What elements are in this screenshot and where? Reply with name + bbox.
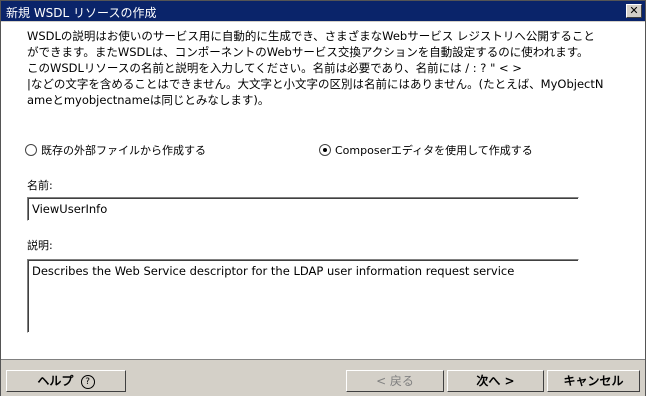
- dialog-title: 新規 WSDL リソースの作成: [6, 6, 157, 20]
- cancel-button[interactable]: キャンセル: [547, 370, 640, 392]
- dialog-footer: ヘルプ ? < 戻る 次へ > キャンセル: [1, 359, 645, 396]
- radio-existing-file-button[interactable]: [25, 144, 37, 156]
- description-line: |などの文字を含めることはできません。大文字と小文字の区別は名前にはありません。…: [27, 77, 604, 91]
- name-input[interactable]: ViewUserInfo: [27, 197, 579, 221]
- name-label: 名前:: [27, 179, 53, 192]
- help-button-label: ヘルプ: [37, 374, 74, 388]
- wsdl-dialog: 新規 WSDL リソースの作成 ✕ WSDLの説明はお使いのサービス用に自動的に…: [0, 0, 646, 396]
- radio-composer-button[interactable]: [319, 144, 331, 156]
- radio-composer[interactable]: Composerエディタを使用して作成する: [319, 142, 533, 158]
- description-text: WSDLの説明はお使いのサービス用に自動的に生成でき、さまざまなWebサービス …: [27, 28, 627, 108]
- description-line: ができます。またWSDLは、コンポーネントのWebサービス交換アクションを自動設…: [27, 45, 589, 59]
- radio-existing-file-label: 既存の外部ファイルから作成する: [41, 144, 206, 157]
- description-textarea[interactable]: Describes the Web Service descriptor for…: [27, 259, 579, 333]
- close-button[interactable]: ✕: [626, 4, 642, 18]
- help-button[interactable]: ヘルプ ?: [6, 370, 126, 392]
- title-bar: 新規 WSDL リソースの作成 ✕: [1, 1, 645, 21]
- dialog-content: WSDLの説明はお使いのサービス用に自動的に生成でき、さまざまなWebサービス …: [1, 22, 645, 359]
- close-icon: ✕: [629, 4, 639, 17]
- radio-composer-label: Composerエディタを使用して作成する: [335, 144, 533, 157]
- next-button[interactable]: 次へ >: [447, 370, 544, 392]
- description-line: WSDLの説明はお使いのサービス用に自動的に生成でき、さまざまなWebサービス …: [27, 29, 595, 43]
- description-line: ameとmyobjectnameは同じとみなします)。: [27, 93, 270, 107]
- back-button[interactable]: < 戻る: [346, 370, 444, 392]
- description-label: 説明:: [27, 239, 53, 252]
- radio-existing-file[interactable]: 既存の外部ファイルから作成する: [25, 142, 206, 158]
- description-line: このWSDLリソースの名前と説明を入力してください。名前は必要であり、名前には …: [27, 61, 522, 75]
- help-icon: ?: [80, 374, 95, 389]
